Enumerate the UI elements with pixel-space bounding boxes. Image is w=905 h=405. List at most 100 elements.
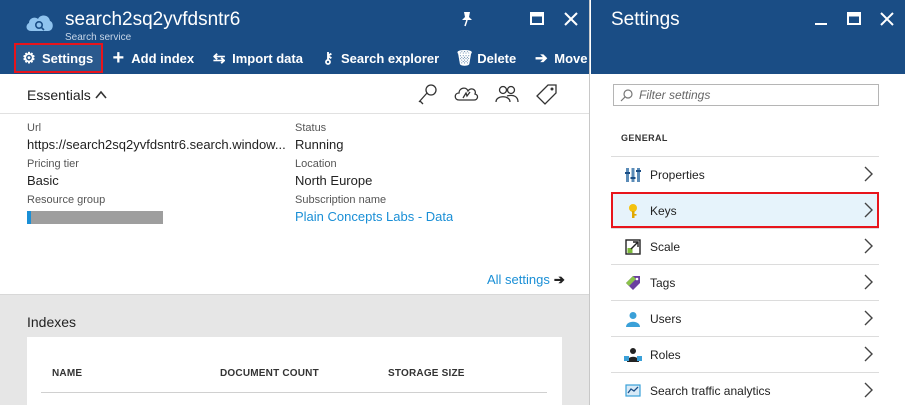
resource-group-value[interactable] bbox=[27, 209, 163, 225]
menu-item-search-traffic-analytics[interactable]: Search traffic analytics bbox=[611, 372, 879, 405]
tag-icon bbox=[624, 274, 642, 292]
pricing-tier-value[interactable]: Basic bbox=[27, 173, 79, 188]
location-field: Location North Europe bbox=[295, 158, 372, 188]
add-index-button-label: Add index bbox=[131, 50, 195, 66]
menu-item-properties[interactable]: Properties bbox=[611, 156, 879, 192]
settings-title: Settings bbox=[611, 9, 680, 30]
arrow-right-icon: ➔ bbox=[534, 50, 548, 67]
analytics-icon bbox=[624, 382, 642, 400]
status-label: Status bbox=[295, 122, 327, 134]
settings-header: Settings bbox=[591, 0, 905, 74]
settings-button[interactable]: ⚙ Settings bbox=[14, 43, 104, 73]
menu-item-label: Users bbox=[650, 311, 682, 326]
status-field: Status Running bbox=[295, 122, 343, 152]
chevron-up-icon[interactable] bbox=[95, 89, 107, 101]
close-icon[interactable] bbox=[877, 9, 897, 29]
essentials-grid: Url https://search2sq2yvfdsntr6.search.w… bbox=[0, 114, 589, 294]
url-label: Url bbox=[27, 122, 42, 134]
settings-button-label: Settings bbox=[42, 50, 94, 66]
indexes-title: Indexes bbox=[27, 314, 77, 330]
pricing-tier-label: Pricing tier bbox=[27, 158, 79, 170]
blade-toolbar: ⚙ Settings + Add index ⇆ Import data ⚷ S… bbox=[14, 42, 589, 74]
filter-settings bbox=[613, 84, 879, 106]
indexes-section: Indexes NAME DOCUMENT COUNT STORAGE SIZE bbox=[0, 294, 589, 405]
blade-title: search2sq2yvfdsntr6 bbox=[65, 9, 241, 30]
roles-icon bbox=[624, 346, 642, 364]
all-settings-label: All settings bbox=[487, 272, 550, 287]
menu-item-keys[interactable]: Keys bbox=[611, 192, 879, 228]
menu-item-label: Roles bbox=[650, 347, 681, 362]
chevron-right-icon bbox=[864, 382, 873, 398]
search-explorer-icon: ⚷ bbox=[322, 50, 334, 67]
pin-icon[interactable] bbox=[457, 9, 477, 29]
chevron-right-icon bbox=[864, 166, 873, 182]
location-label: Location bbox=[295, 158, 337, 170]
essentials-title[interactable]: Essentials bbox=[27, 87, 91, 103]
menu-item-roles[interactable]: Roles bbox=[611, 336, 879, 372]
settings-blade: Settings GENERAL bbox=[591, 0, 905, 405]
pricing-tier-field: Pricing tier Basic bbox=[27, 158, 79, 188]
blade-header: search2sq2yvfdsntr6 Search service ⚙ Set… bbox=[0, 0, 589, 74]
essentials-bar: Essentials bbox=[0, 74, 589, 114]
search-explorer-button[interactable]: ⚷ Search explorer bbox=[313, 43, 449, 73]
trash-icon: 🗑 bbox=[455, 50, 475, 67]
chevron-right-icon bbox=[864, 202, 873, 218]
menu-item-tags[interactable]: Tags bbox=[611, 264, 879, 300]
resource-group-label: Resource group bbox=[27, 194, 106, 206]
menu-item-label: Tags bbox=[650, 275, 676, 290]
menu-item-label: Keys bbox=[650, 203, 677, 218]
column-header-name[interactable]: NAME bbox=[52, 368, 82, 379]
menu-item-label: Search traffic analytics bbox=[650, 383, 771, 398]
menu-item-users[interactable]: Users bbox=[611, 300, 879, 336]
cloud-icon[interactable] bbox=[453, 82, 479, 106]
indexes-table: NAME DOCUMENT COUNT STORAGE SIZE bbox=[27, 337, 562, 405]
add-index-button[interactable]: + Add index bbox=[103, 43, 204, 73]
search-service-blade: search2sq2yvfdsntr6 Search service ⚙ Set… bbox=[0, 0, 590, 405]
key-icon[interactable] bbox=[414, 82, 440, 106]
filter-settings-input[interactable] bbox=[639, 87, 869, 103]
users-icon bbox=[624, 310, 642, 328]
menu-item-scale[interactable]: Scale bbox=[611, 228, 879, 264]
all-settings-link[interactable]: All settings ➔ bbox=[487, 272, 565, 288]
import-data-button[interactable]: ⇆ Import data bbox=[204, 43, 313, 73]
gear-icon: ⚙ bbox=[22, 50, 36, 67]
delete-button[interactable]: 🗑 Delete bbox=[449, 43, 526, 73]
url-value[interactable]: https://search2sq2yvfdsntr6.search.windo… bbox=[27, 137, 287, 152]
menu-item-label: Scale bbox=[650, 239, 681, 254]
users-icon[interactable] bbox=[494, 82, 520, 106]
column-header-document-count[interactable]: DOCUMENT COUNT bbox=[220, 368, 319, 379]
search-icon bbox=[620, 89, 633, 102]
delete-button-label: Delete bbox=[477, 50, 517, 66]
maximize-icon[interactable] bbox=[844, 9, 864, 29]
general-group-label: GENERAL bbox=[621, 133, 668, 143]
chevron-right-icon bbox=[864, 238, 873, 254]
search-service-cloud-icon bbox=[26, 15, 53, 31]
search-explorer-button-label: Search explorer bbox=[340, 50, 440, 66]
chevron-right-icon bbox=[864, 310, 873, 326]
portal: search2sq2yvfdsntr6 Search service ⚙ Set… bbox=[0, 0, 905, 405]
close-icon[interactable] bbox=[561, 9, 581, 29]
move-button[interactable]: ➔ Move bbox=[526, 43, 589, 73]
maximize-icon[interactable] bbox=[527, 9, 547, 29]
scale-icon bbox=[624, 238, 642, 256]
column-header-storage-size[interactable]: STORAGE SIZE bbox=[388, 368, 465, 379]
arrow-right-icon: ➔ bbox=[553, 272, 565, 287]
settings-menu: Properties Keys Scale Tags Users Roles S… bbox=[611, 156, 879, 405]
redacted-block bbox=[31, 211, 163, 225]
chevron-right-icon bbox=[864, 274, 873, 290]
tag-icon[interactable] bbox=[534, 82, 560, 106]
chevron-right-icon bbox=[864, 346, 873, 362]
menu-item-label: Properties bbox=[650, 167, 705, 182]
plus-icon: + bbox=[112, 46, 125, 69]
resource-group-field: Resource group bbox=[27, 194, 163, 225]
subscription-link[interactable]: Plain Concepts Labs - Data bbox=[295, 209, 453, 224]
import-icon: ⇆ bbox=[212, 50, 226, 67]
import-data-button-label: Import data bbox=[232, 50, 303, 66]
status-value: Running bbox=[295, 137, 344, 152]
key-icon bbox=[624, 202, 642, 220]
subscription-field: Subscription name Plain Concepts Labs - … bbox=[295, 194, 453, 224]
location-value: North Europe bbox=[295, 173, 373, 188]
table-divider bbox=[41, 392, 547, 393]
url-field: Url https://search2sq2yvfdsntr6.search.w… bbox=[27, 122, 287, 152]
minimize-icon[interactable] bbox=[811, 9, 831, 29]
